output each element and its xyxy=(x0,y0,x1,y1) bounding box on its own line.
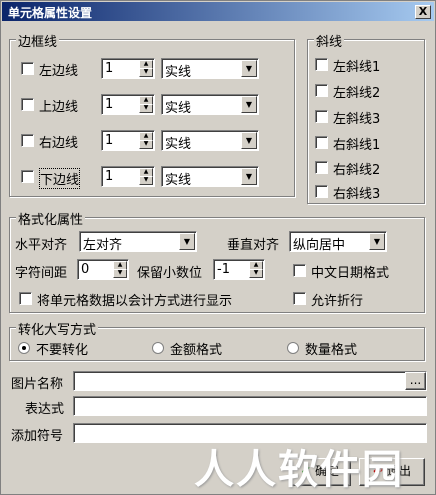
no-convert-label: 不要转化 xyxy=(36,343,89,358)
no-convert-radio[interactable] xyxy=(18,342,30,354)
spin-down-icon[interactable]: ▼ xyxy=(139,104,153,113)
diagonal-left-2-label: 左斜线2 xyxy=(333,86,381,101)
diagonal-left-1-checkbox[interactable] xyxy=(315,58,328,71)
accounting-checkbox[interactable] xyxy=(19,292,32,305)
bottom-border-checkbox[interactable] xyxy=(21,170,34,183)
quantity-format-label: 数量格式 xyxy=(305,343,358,358)
right-border-width-value: 1 xyxy=(105,133,114,148)
right-border-style-select[interactable]: 实线 ▼ xyxy=(161,130,259,152)
right-border-checkbox[interactable] xyxy=(21,134,34,147)
image-name-input[interactable] xyxy=(73,371,427,391)
valign-select[interactable]: 纵向居中 ▼ xyxy=(289,231,387,253)
quantity-format-radio[interactable] xyxy=(287,342,299,354)
diagonal-right-3-label: 右斜线3 xyxy=(333,187,381,202)
decimals-value: -1 xyxy=(217,262,230,277)
chevron-down-icon[interactable]: ▼ xyxy=(241,168,257,185)
amount-format-label: 金额格式 xyxy=(170,343,223,358)
valign-value: 纵向居中 xyxy=(293,238,346,253)
image-name-label: 图片名称 xyxy=(11,377,64,392)
left-border-style-select[interactable]: 实线 ▼ xyxy=(161,58,259,80)
spin-down-icon[interactable]: ▼ xyxy=(249,269,263,278)
spin-down-icon[interactable]: ▼ xyxy=(139,68,153,77)
chevron-down-icon[interactable]: ▼ xyxy=(179,233,195,250)
wrap-label: 允许折行 xyxy=(311,294,364,309)
right-border-style-value: 实线 xyxy=(165,137,192,152)
diagonal-right-2-label: 右斜线2 xyxy=(333,163,381,178)
diagonal-right-1-label: 右斜线1 xyxy=(333,138,381,153)
expression-input[interactable] xyxy=(73,396,427,416)
top-border-label: 上边线 xyxy=(39,100,79,115)
format-group-legend: 格式化属性 xyxy=(16,209,86,228)
spacing-label: 字符间距 xyxy=(15,266,68,281)
uppercase-group-legend: 转化大写方式 xyxy=(16,319,99,338)
left-border-style-value: 实线 xyxy=(165,65,192,80)
spin-down-icon[interactable]: ▼ xyxy=(139,140,153,149)
halign-value: 左对齐 xyxy=(83,238,123,253)
top-border-checkbox[interactable] xyxy=(21,98,34,111)
diagonal-left-3-checkbox[interactable] xyxy=(315,110,328,123)
spin-down-icon[interactable]: ▼ xyxy=(139,176,153,185)
right-border-width-stepper[interactable]: 1 ▲ ▼ xyxy=(101,130,155,151)
left-border-width-stepper[interactable]: 1 ▲ ▼ xyxy=(101,58,155,79)
bottom-border-width-value: 1 xyxy=(105,169,114,184)
chevron-down-icon[interactable]: ▼ xyxy=(241,132,257,149)
add-symbol-label: 添加符号 xyxy=(11,429,64,444)
diagonal-group-legend: 斜线 xyxy=(314,31,345,50)
decimals-stepper[interactable]: -1 ▲ ▼ xyxy=(213,259,265,280)
diagonal-left-2-checkbox[interactable] xyxy=(315,84,328,97)
bottom-border-style-value: 实线 xyxy=(165,173,192,188)
chevron-down-icon[interactable]: ▼ xyxy=(369,233,385,250)
browse-button[interactable]: ... xyxy=(405,372,426,390)
expression-label: 表达式 xyxy=(25,402,65,417)
spacing-value: 0 xyxy=(81,262,90,277)
top-border-style-select[interactable]: 实线 ▼ xyxy=(161,94,259,116)
diagonal-right-1-checkbox[interactable] xyxy=(315,136,328,149)
watermark-text: 人人软件园 xyxy=(194,447,404,493)
halign-select[interactable]: 左对齐 ▼ xyxy=(79,231,197,253)
bottom-border-width-stepper[interactable]: 1 ▲ ▼ xyxy=(101,166,155,187)
top-border-width-value: 1 xyxy=(105,97,114,112)
top-border-style-value: 实线 xyxy=(165,101,192,116)
dialog-window: 单元格属性设置 X 边框线 左边线 1 ▲ ▼ 实线 ▼ 上边线 1 ▲ ▼ 实线 … xyxy=(0,0,436,495)
diagonal-right-2-checkbox[interactable] xyxy=(315,161,328,174)
halign-label: 水平对齐 xyxy=(15,238,68,253)
decimals-label: 保留小数位 xyxy=(137,266,203,281)
border-group-legend: 边框线 xyxy=(16,31,60,50)
spacing-stepper[interactable]: 0 ▲ ▼ xyxy=(77,259,129,280)
diagonal-left-1-label: 左斜线1 xyxy=(333,60,381,75)
cn-date-label: 中文日期格式 xyxy=(311,266,390,281)
left-border-label: 左边线 xyxy=(39,64,79,79)
right-border-label: 右边线 xyxy=(39,136,79,151)
cn-date-checkbox[interactable] xyxy=(293,264,306,277)
diagonal-left-3-label: 左斜线3 xyxy=(333,112,381,127)
window-title: 单元格属性设置 xyxy=(8,6,93,20)
wrap-checkbox[interactable] xyxy=(293,292,306,305)
top-border-width-stepper[interactable]: 1 ▲ ▼ xyxy=(101,94,155,115)
chevron-down-icon[interactable]: ▼ xyxy=(241,60,257,77)
left-border-width-value: 1 xyxy=(105,61,114,76)
accounting-label: 将单元格数据以会计方式进行显示 xyxy=(37,294,233,309)
close-button[interactable]: X xyxy=(415,5,431,19)
left-border-checkbox[interactable] xyxy=(21,62,34,75)
diagonal-right-3-checkbox[interactable] xyxy=(315,185,328,198)
valign-label: 垂直对齐 xyxy=(227,238,280,253)
chevron-down-icon[interactable]: ▼ xyxy=(241,96,257,113)
spin-down-icon[interactable]: ▼ xyxy=(113,269,127,278)
bottom-border-label: 下边线 xyxy=(39,168,81,189)
bottom-border-style-select[interactable]: 实线 ▼ xyxy=(161,166,259,188)
amount-format-radio[interactable] xyxy=(152,342,164,354)
title-bar: 单元格属性设置 X xyxy=(2,2,434,21)
